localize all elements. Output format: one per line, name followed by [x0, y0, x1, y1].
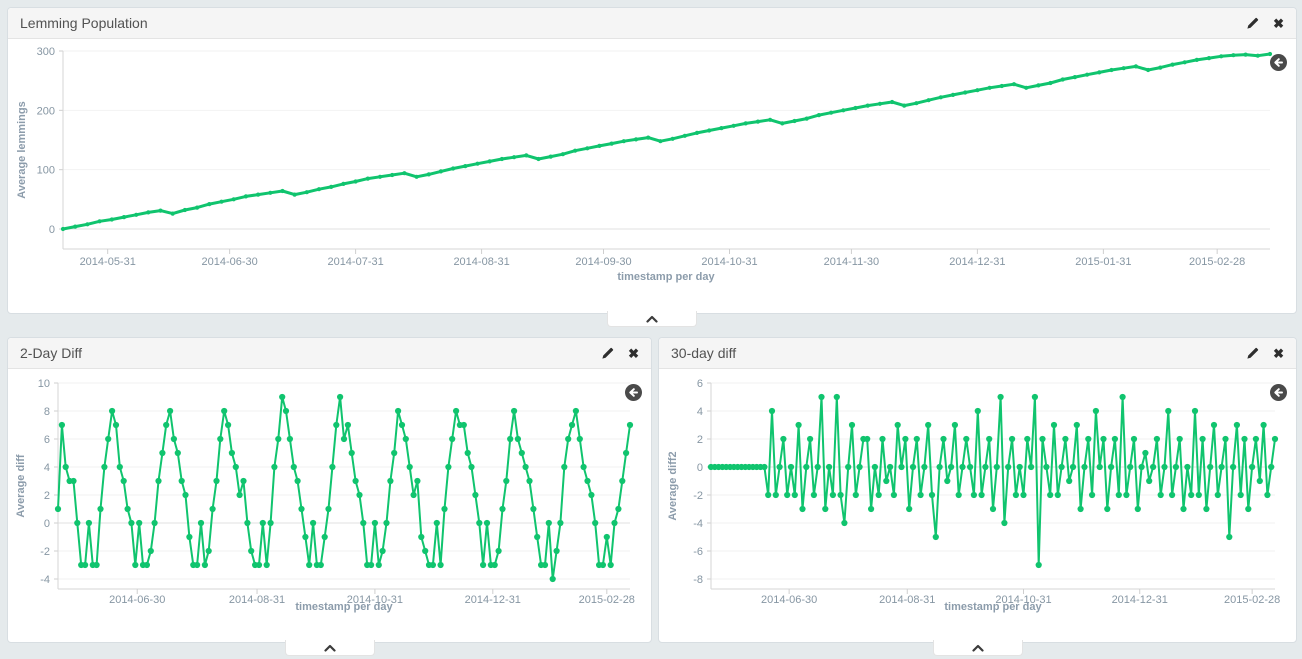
svg-text:4: 4: [44, 462, 50, 474]
svg-text:8: 8: [44, 406, 50, 418]
panel-header: Lemming Population ✖: [8, 8, 1296, 39]
svg-text:-2: -2: [40, 546, 50, 558]
close-icon: ✖: [1273, 17, 1284, 30]
panel-30-day-diff: 30-day diff ✖ -8 -6 -4 -2 0 2 4 6 2014-06-30 2014…: [658, 337, 1297, 643]
close-icon: ✖: [628, 347, 639, 360]
close-button[interactable]: ✖: [1273, 17, 1284, 30]
svg-text:2014-08-31: 2014-08-31: [229, 594, 285, 606]
svg-text:2015-01-31: 2015-01-31: [1075, 256, 1131, 268]
y-axis-title: Average lemmings: [16, 101, 28, 198]
panel-header-icons: ✖: [601, 347, 639, 360]
svg-text:2014-12-31: 2014-12-31: [1112, 594, 1168, 606]
chevron-up-icon: [324, 644, 336, 652]
panel-header: 2-Day Diff ✖: [8, 338, 651, 369]
panel-title: 30-day diff: [671, 345, 1246, 361]
panel-header-icons: ✖: [1246, 17, 1284, 30]
back-arrow-circle-icon: [624, 383, 643, 402]
chevron-up-icon: [646, 315, 658, 323]
panel-header-icons: ✖: [1246, 347, 1284, 360]
pencil-icon: [1246, 17, 1259, 30]
collapse-button[interactable]: [285, 640, 375, 656]
svg-text:-8: -8: [693, 574, 703, 586]
svg-text:6: 6: [44, 434, 50, 446]
svg-text:2: 2: [697, 434, 703, 446]
back-arrow-circle-icon: [1269, 383, 1288, 402]
svg-text:2015-02-28: 2015-02-28: [579, 594, 635, 606]
svg-text:2014-12-31: 2014-12-31: [465, 594, 521, 606]
chart-area-2-day-diff: -4-202468102014-06-302014-08-312014-10-3…: [8, 369, 651, 642]
panel-title: Lemming Population: [20, 15, 1246, 31]
panel-lemming-population: Lemming Population ✖ 0 100 200 300 2014-05-3…: [7, 7, 1297, 314]
close-button[interactable]: ✖: [1273, 347, 1284, 360]
edit-button[interactable]: [1246, 17, 1259, 30]
back-arrow-button[interactable]: [624, 383, 643, 407]
svg-text:2014-08-31: 2014-08-31: [879, 594, 935, 606]
collapse-button[interactable]: [607, 311, 697, 327]
svg-text:-4: -4: [40, 574, 50, 586]
back-arrow-button[interactable]: [1269, 53, 1288, 77]
chart-area-30-day-diff: -8-6-4-202462014-06-302014-08-312014-10-…: [659, 369, 1296, 642]
svg-text:2015-02-28: 2015-02-28: [1224, 594, 1280, 606]
svg-text:0: 0: [697, 462, 703, 474]
chevron-up-icon: [972, 644, 984, 652]
svg-text:0: 0: [49, 224, 55, 236]
svg-text:2014-08-31: 2014-08-31: [453, 256, 509, 268]
svg-text:2014-12-31: 2014-12-31: [949, 256, 1005, 268]
pencil-icon: [601, 347, 614, 360]
panel-2-day-diff: 2-Day Diff ✖ -4 -2 0 2 4 6 8 10 2014-06-30 2014-0…: [7, 337, 652, 643]
back-arrow-circle-icon: [1269, 53, 1288, 72]
svg-text:-4: -4: [693, 518, 703, 530]
y-axis-title: Average diff2: [667, 451, 679, 520]
panel-title: 2-Day Diff: [20, 345, 601, 361]
svg-text:100: 100: [37, 165, 55, 177]
edit-button[interactable]: [601, 347, 614, 360]
close-icon: ✖: [1273, 347, 1284, 360]
svg-text:0: 0: [44, 518, 50, 530]
svg-text:2014-06-30: 2014-06-30: [761, 594, 817, 606]
close-button[interactable]: ✖: [628, 347, 639, 360]
svg-text:2014-09-30: 2014-09-30: [575, 256, 631, 268]
svg-text:2014-10-31: 2014-10-31: [701, 256, 757, 268]
panel-header: 30-day diff ✖: [659, 338, 1296, 369]
x-axis-title: timestamp per day: [295, 601, 392, 613]
svg-text:200: 200: [37, 105, 55, 117]
svg-text:2014-06-30: 2014-06-30: [201, 256, 257, 268]
svg-text:2014-06-30: 2014-06-30: [109, 594, 165, 606]
svg-text:6: 6: [697, 378, 703, 390]
edit-button[interactable]: [1246, 347, 1259, 360]
svg-text:300: 300: [37, 46, 55, 58]
svg-text:2014-11-30: 2014-11-30: [824, 256, 879, 268]
chart-area-lemming-population: 0 100 200 300 2014-05-31 2014-06-30 2014-07-31…: [8, 39, 1296, 313]
svg-text:2015-02-28: 2015-02-28: [1189, 256, 1245, 268]
y-axis-title: Average diff: [15, 454, 27, 517]
svg-text:2: 2: [44, 490, 50, 502]
pencil-icon: [1246, 347, 1259, 360]
svg-text:10: 10: [38, 378, 50, 390]
svg-text:-6: -6: [693, 546, 703, 558]
svg-text:-2: -2: [693, 490, 703, 502]
svg-text:4: 4: [697, 406, 703, 418]
x-axis-title: timestamp per day: [944, 601, 1041, 613]
x-axis-title: timestamp per day: [617, 271, 714, 283]
back-arrow-button[interactable]: [1269, 383, 1288, 407]
svg-text:2014-07-31: 2014-07-31: [327, 256, 383, 268]
collapse-button[interactable]: [933, 640, 1023, 656]
svg-text:2014-05-31: 2014-05-31: [80, 256, 136, 268]
